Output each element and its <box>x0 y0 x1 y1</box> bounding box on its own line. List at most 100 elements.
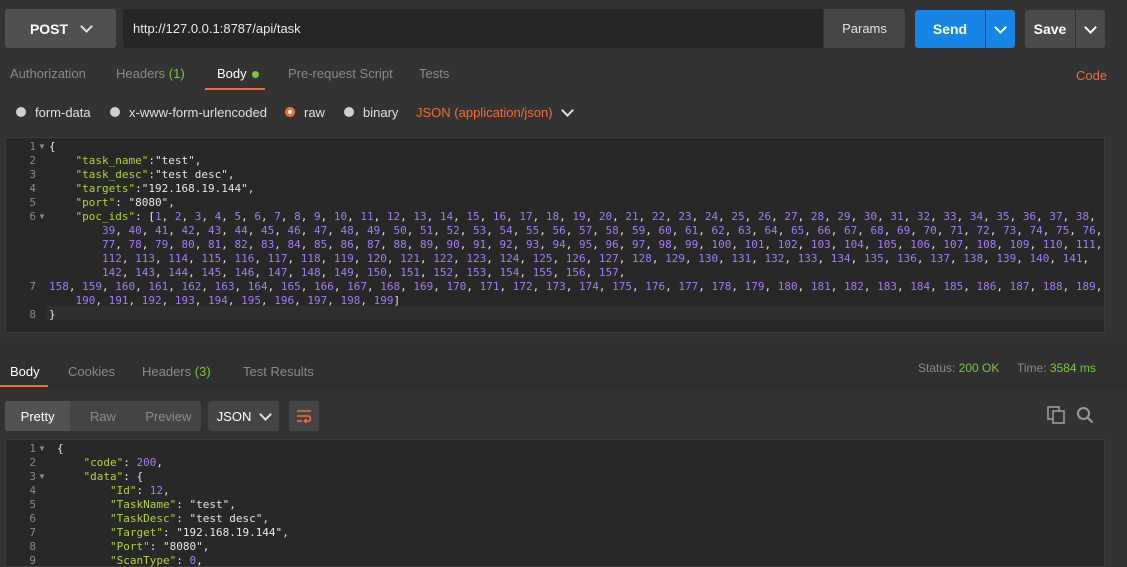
code-line: 190, 191, 192, 193, 194, 195, 196, 197, … <box>75 294 401 307</box>
response-view-group: Pretty Raw Preview <box>5 401 201 431</box>
line-number: 7 <box>29 526 36 539</box>
code-line: { <box>49 140 56 153</box>
tab-response-cookies[interactable]: Cookies <box>68 364 115 379</box>
response-time: Time: 3584 ms <box>1017 361 1096 375</box>
method-label: POST <box>29 20 69 37</box>
tab-body[interactable]: Body <box>217 66 259 81</box>
radio-selected-icon <box>285 107 295 117</box>
response-format-label: JSON <box>216 408 252 424</box>
line-number: 5 <box>29 498 36 511</box>
active-line-highlight <box>46 306 1104 320</box>
chevron-down-icon <box>560 104 574 117</box>
code-line: { <box>57 442 64 455</box>
time-label: Time: <box>1017 361 1047 375</box>
wrap-lines-icon <box>297 410 312 423</box>
content-type-label: JSON (application/json) <box>416 105 553 120</box>
line-number: 6 <box>29 512 36 525</box>
response-format-select[interactable]: JSON <box>208 401 279 431</box>
tab-prerequest-script[interactable]: Pre-request Script <box>288 66 393 81</box>
raw-button[interactable]: Raw <box>70 401 135 431</box>
radio-raw[interactable]: raw <box>285 103 325 121</box>
radio-circle-icon <box>16 107 26 117</box>
radio-raw-label: raw <box>304 104 325 120</box>
radio-circle-icon <box>110 107 120 117</box>
line-number: 7 <box>29 280 36 293</box>
code-line: 77, 78, 79, 80, 81, 82, 83, 84, 85, 86, … <box>101 238 1103 251</box>
code-line: "ScanType": 0, <box>109 554 203 567</box>
request-body-editor[interactable]: 1 ▼ 2 3 4 5 6 ▼ 7 8 { "task_name":"test"… <box>5 137 1105 333</box>
code-line: "TaskDesc": "test desc", <box>109 512 269 525</box>
method-select[interactable]: POST <box>5 9 116 48</box>
code-line: "task_name":"test", <box>75 154 202 167</box>
time-value: 3584 ms <box>1049 361 1096 375</box>
chevron-down-icon <box>80 20 93 33</box>
send-dropdown-button[interactable] <box>986 10 1015 48</box>
tab-body-label: Body <box>217 66 247 81</box>
code-link[interactable]: Code <box>1076 68 1107 83</box>
tab-test-results[interactable]: Test Results <box>243 364 314 379</box>
status-value: 200 OK <box>958 361 1000 375</box>
fold-arrow-icon[interactable]: ▼ <box>38 140 46 154</box>
fold-arrow-icon[interactable]: ▼ <box>38 210 46 224</box>
chevron-down-icon <box>259 407 273 421</box>
line-number: 2 <box>29 456 36 469</box>
url-input[interactable]: http://127.0.0.1:8787/api/task <box>123 9 823 48</box>
tab-response-headers-label: Headers <box>142 364 192 379</box>
code-line: "task_desc":"test desc", <box>75 168 235 181</box>
save-button[interactable]: Save <box>1025 10 1075 48</box>
code-line: "Target": "192.168.19.144", <box>109 526 289 539</box>
preview-button[interactable]: Preview <box>136 401 201 431</box>
chevron-down-icon <box>1084 20 1097 34</box>
save-dropdown-button[interactable] <box>1076 10 1105 48</box>
code-line: "targets":"192.168.19.144", <box>75 182 255 195</box>
code-line: 39, 40, 41, 42, 43, 44, 45, 46, 47, 48, … <box>101 224 1103 237</box>
line-number: 4 <box>29 484 36 497</box>
code-line: "poc_ids": [1, 2, 3, 4, 5, 6, 7, 8, 9, 1… <box>75 210 1096 223</box>
tab-headers[interactable]: Headers (1) <box>116 66 185 81</box>
pretty-button[interactable]: Pretty <box>5 401 71 431</box>
tab-authorization[interactable]: Authorization <box>10 66 86 81</box>
radio-circle-icon <box>344 107 354 117</box>
tab-tests[interactable]: Tests <box>419 66 449 81</box>
wrap-lines-button[interactable] <box>289 401 319 431</box>
code-line: "data": { <box>83 470 144 483</box>
radio-binary[interactable]: binary <box>344 103 398 121</box>
tab-response-headers[interactable]: Headers (3) <box>142 364 211 379</box>
line-number: 8 <box>29 540 36 553</box>
line-number: 1 <box>29 140 36 153</box>
code-line: "port": "8080", <box>75 196 175 209</box>
line-number: 8 <box>29 308 36 321</box>
line-number: 6 <box>29 210 36 223</box>
tab-response-headers-count: (3) <box>194 364 211 379</box>
url-text: http://127.0.0.1:8787/api/task <box>133 21 301 36</box>
code-line: "Port": "8080", <box>109 540 210 553</box>
response-body-viewer[interactable]: 1 ▼ 2 3 ▼ 4 5 6 7 8 9 { "code": 200, "da… <box>5 439 1105 567</box>
tab-response-body[interactable]: Body <box>10 364 40 379</box>
line-number: 5 <box>29 196 36 209</box>
code-line: 158, 159, 160, 161, 162, 163, 164, 165, … <box>49 280 1103 293</box>
status-label: Status: <box>918 361 956 375</box>
content-type-select[interactable]: JSON (application/json) <box>416 104 574 120</box>
radio-form-data[interactable]: form-data <box>16 103 91 121</box>
code-line: } <box>49 308 56 321</box>
fold-arrow-icon[interactable]: ▼ <box>38 442 46 456</box>
send-button[interactable]: Send <box>915 10 985 48</box>
tab-headers-count: (1) <box>168 66 185 81</box>
radio-binary-label: binary <box>363 104 399 120</box>
body-active-dot-icon <box>251 71 259 79</box>
active-tab-indicator <box>0 385 48 387</box>
code-line: "Id": 12, <box>109 484 170 497</box>
chevron-down-icon <box>994 20 1007 34</box>
line-number: 3 <box>29 470 36 483</box>
code-line: 142, 143, 144, 145, 146, 147, 148, 149, … <box>101 266 626 279</box>
radio-form-data-label: form-data <box>35 104 91 120</box>
search-icon[interactable] <box>1076 406 1094 427</box>
line-number: 1 <box>29 442 36 455</box>
active-tab-indicator <box>205 88 265 90</box>
response-status: Status: 200 OK <box>918 361 999 375</box>
copy-icon[interactable] <box>1047 406 1065 427</box>
radio-urlencoded[interactable]: x-www-form-urlencoded <box>110 103 267 121</box>
params-button[interactable]: Params <box>824 9 905 48</box>
fold-arrow-icon[interactable]: ▼ <box>38 470 46 484</box>
line-number: 4 <box>29 182 36 195</box>
